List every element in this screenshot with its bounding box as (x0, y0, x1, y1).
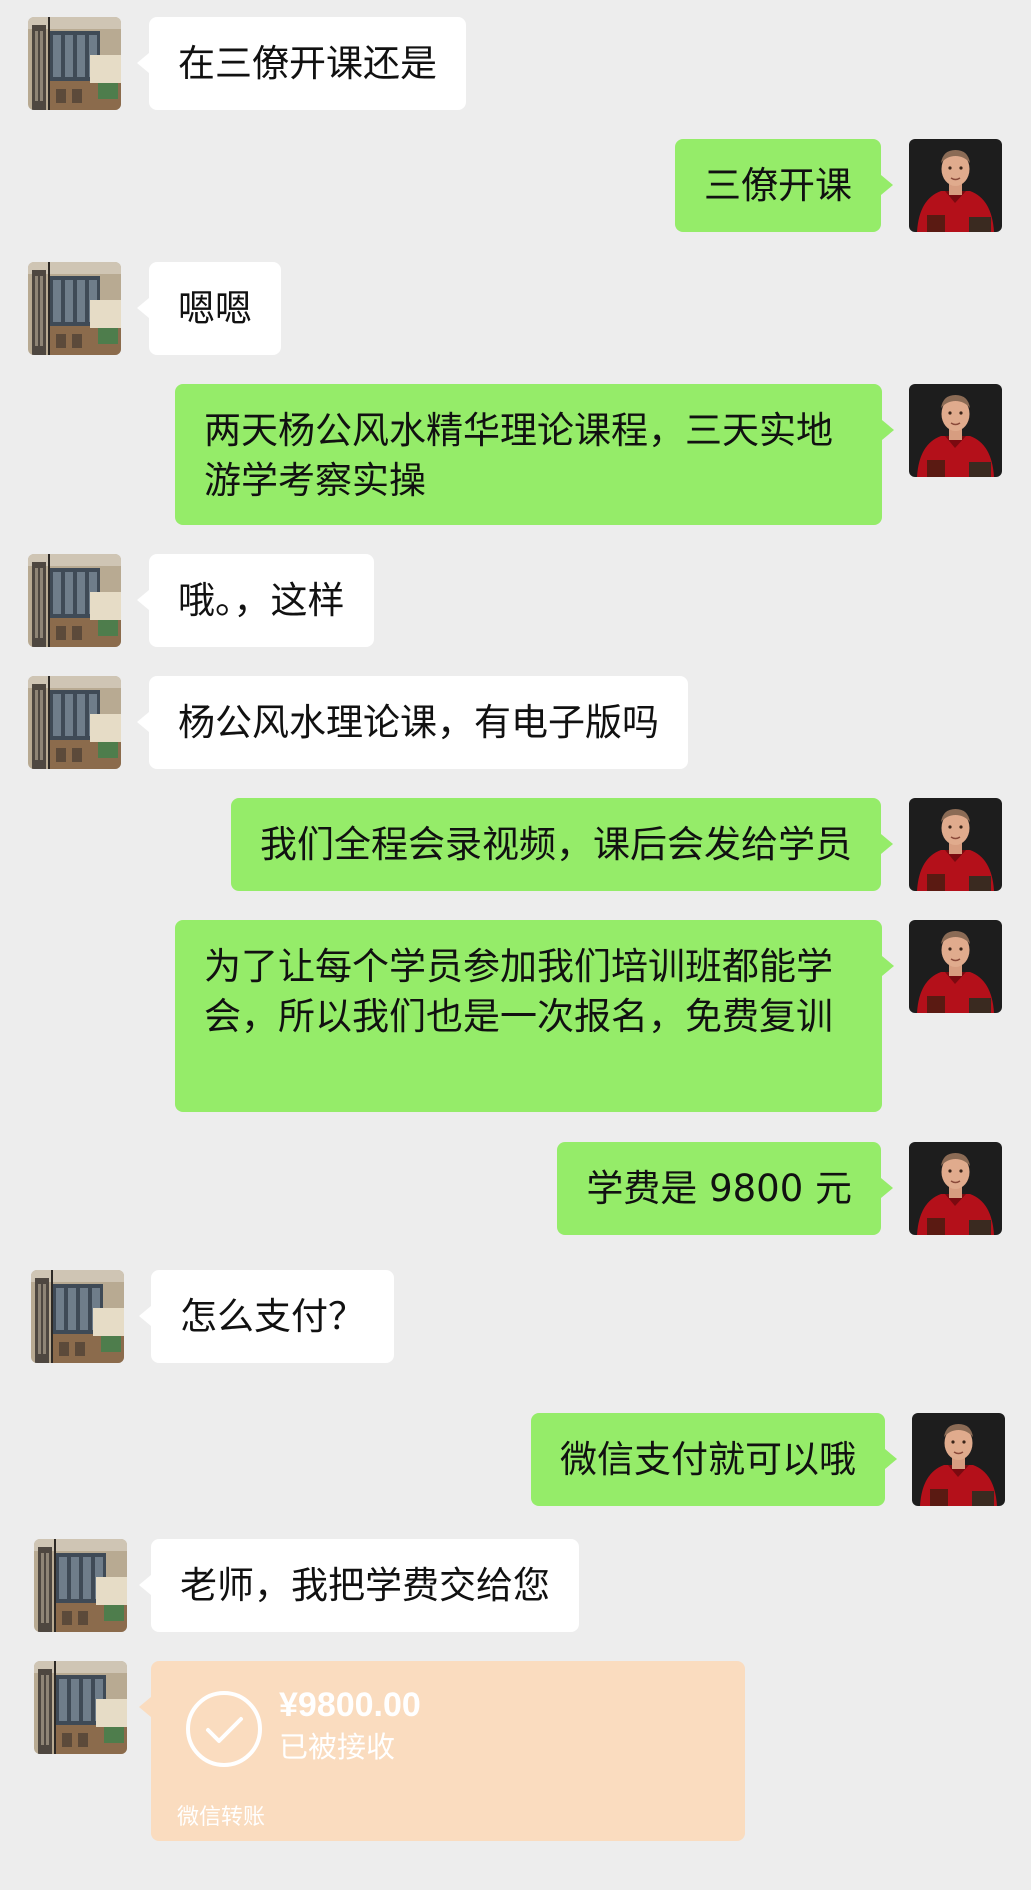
message-bubble[interactable]: 为了让每个学员参加我们培训班都能学会，所以我们也是一次报名，免费复训 (175, 920, 894, 1112)
check-circle-icon (184, 1689, 264, 1769)
red-jacket-man-avatar-icon (912, 1413, 1005, 1506)
contact-avatar[interactable] (34, 1661, 127, 1754)
building-avatar-icon (28, 262, 121, 355)
message-bubble[interactable]: 杨公风水理论课，有电子版吗 (137, 676, 688, 769)
self-avatar[interactable] (912, 1413, 1005, 1506)
self-avatar[interactable] (909, 798, 1002, 891)
message-bubble[interactable]: 学费是 9800 元 (557, 1142, 893, 1235)
red-jacket-man-avatar-icon (909, 798, 1002, 891)
message-bubble[interactable]: 在三僚开课还是 (137, 17, 466, 110)
self-avatar[interactable] (909, 139, 1002, 232)
building-avatar-icon (34, 1661, 127, 1754)
red-jacket-man-avatar-icon (909, 384, 1002, 477)
transfer-label: 微信转账 (177, 1805, 266, 1830)
contact-avatar[interactable] (31, 1270, 124, 1363)
building-avatar-icon (28, 554, 121, 647)
message-bubble[interactable]: 老师，我把学费交给您 (139, 1539, 579, 1632)
red-jacket-man-avatar-icon (909, 1142, 1002, 1235)
contact-avatar[interactable] (28, 676, 121, 769)
building-avatar-icon (31, 1270, 124, 1363)
self-avatar[interactable] (909, 384, 1002, 477)
message-bubble[interactable]: 我们全程会录视频，课后会发给学员 (231, 798, 893, 891)
message-bubble[interactable]: 微信支付就可以哦 (531, 1413, 897, 1506)
red-jacket-man-avatar-icon (909, 139, 1002, 232)
contact-avatar[interactable] (34, 1539, 127, 1632)
message-bubble[interactable]: 两天杨公风水精华理论课程，三天实地游学考察实操 (175, 384, 894, 525)
building-avatar-icon (34, 1539, 127, 1632)
transfer-card[interactable]: ¥9800.00 已被接收 微信转账 (139, 1661, 745, 1841)
self-avatar[interactable] (909, 920, 1002, 1013)
transfer-amount: ¥9800.00 (279, 1686, 421, 1724)
self-avatar[interactable] (909, 1142, 1002, 1235)
message-bubble[interactable]: 哦。，这样 (137, 554, 374, 647)
message-bubble[interactable]: 嗯嗯 (137, 262, 281, 355)
transfer-status: 已被接收 (279, 1730, 396, 1764)
red-jacket-man-avatar-icon (909, 920, 1002, 1013)
building-avatar-icon (28, 17, 121, 110)
contact-avatar[interactable] (28, 554, 121, 647)
contact-avatar[interactable] (28, 17, 121, 110)
contact-avatar[interactable] (28, 262, 121, 355)
building-avatar-icon (28, 676, 121, 769)
message-bubble[interactable]: 怎么支付？ (139, 1270, 394, 1363)
message-bubble[interactable]: 三僚开课 (675, 139, 893, 232)
